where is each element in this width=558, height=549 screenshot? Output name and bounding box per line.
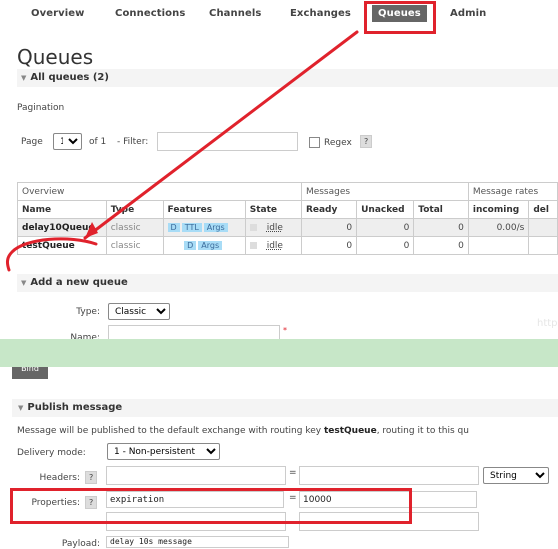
- delivery-mode-select[interactable]: 1 - Non-persistent: [107, 443, 220, 460]
- add-queue-bar[interactable]: ▼ Add a new queue: [17, 274, 558, 292]
- annotation-arrow-icon: [5, 30, 359, 272]
- collapse-triangle-icon: ▼: [18, 404, 24, 412]
- header-equals: =: [289, 468, 297, 478]
- bind-button[interactable]: Bind: [12, 367, 48, 379]
- collapse-triangle-icon: ▼: [21, 279, 27, 287]
- payload-textarea[interactable]: delay 10s message: [106, 536, 289, 548]
- highlight-box-properties: [10, 488, 412, 524]
- header-value-input[interactable]: [299, 466, 479, 485]
- overlay-banner: [0, 339, 558, 367]
- queue-type-select[interactable]: Classic: [108, 303, 170, 320]
- required-mark: *: [283, 326, 287, 335]
- header-key-input[interactable]: [106, 466, 286, 485]
- headers-label: Headers:: [39, 473, 81, 483]
- headers-help-icon[interactable]: ?: [85, 471, 98, 484]
- delivery-mode-label: Delivery mode:: [17, 448, 86, 458]
- publish-info: Message will be published to the default…: [17, 426, 469, 436]
- type-label: Type:: [76, 307, 100, 317]
- payload-label: Payload:: [61, 539, 100, 549]
- publish-title: Publish message: [27, 402, 123, 413]
- header-type-select[interactable]: String: [483, 467, 549, 484]
- publish-bar[interactable]: ▼ Publish message: [12, 399, 558, 417]
- watermark-text: http: [537, 318, 558, 329]
- add-queue-title: Add a new queue: [30, 277, 128, 288]
